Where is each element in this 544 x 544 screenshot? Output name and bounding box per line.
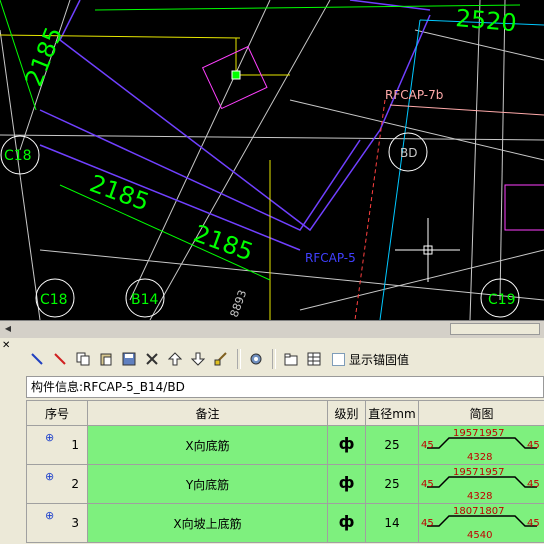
row-number-cell[interactable]: ⊕ 1 xyxy=(26,425,88,465)
note-cell[interactable]: Y向底筋 xyxy=(87,464,328,504)
row-number-cell[interactable]: ⊕ 2 xyxy=(26,464,88,504)
sketch-length-value: 4328 xyxy=(467,491,492,502)
toolbar-separator xyxy=(237,349,241,369)
sketch-cell[interactable]: 45 45 1957 1957 4328 xyxy=(418,464,544,504)
rebar-row-icon: ⊕ xyxy=(45,509,55,522)
sketch-top-value-2: 1957 xyxy=(479,467,504,478)
member-label: 8893 xyxy=(228,288,250,319)
diameter-cell[interactable]: 14 xyxy=(365,503,419,543)
diameter-cell[interactable]: 25 xyxy=(365,464,419,504)
paste-icon[interactable] xyxy=(95,348,117,370)
move-up-icon[interactable] xyxy=(164,348,186,370)
sketch-right-value: 45 xyxy=(527,518,540,529)
rebar-sketch: 45 45 1807 1807 4540 xyxy=(421,506,540,541)
table-header-row: 序号 备注 级别 直径mm 简图 xyxy=(26,400,544,426)
note-cell[interactable]: X向底筋 xyxy=(87,425,328,465)
row-number-cell[interactable]: ⊕ 3 xyxy=(26,503,88,543)
save-icon[interactable] xyxy=(118,348,140,370)
member-info: 构件信息:RFCAP-5_B14/BD xyxy=(26,376,544,398)
rebar-panel: ✕ 显示锚固值 构件信息:RFCAP-5_B14/BD 序号 备注 级别 直径m… xyxy=(0,338,544,544)
column-header[interactable]: 直径mm xyxy=(365,400,419,426)
column-header[interactable]: 简图 xyxy=(418,400,544,426)
checkbox[interactable] xyxy=(332,352,345,366)
horizontal-scrollbar[interactable]: ◀ xyxy=(0,320,544,338)
draw-red-line-icon[interactable] xyxy=(49,348,71,370)
rebar-sketch: 45 45 1957 1957 4328 xyxy=(421,428,540,463)
folder-icon[interactable] xyxy=(280,348,302,370)
column-label: C18 xyxy=(40,292,68,308)
row-number: 3 xyxy=(71,516,79,530)
column-label: C18 xyxy=(4,148,32,164)
table-row[interactable]: ⊕ 2 Y向底筋 ф 25 45 45 1957 1957 4328 xyxy=(26,464,544,504)
rebar-row-icon: ⊕ xyxy=(45,470,55,483)
rebar-row-icon: ⊕ xyxy=(45,431,55,444)
column-label: BD xyxy=(400,146,417,160)
gear-icon[interactable] xyxy=(245,348,267,370)
sketch-cell[interactable]: 45 45 1807 1807 4540 xyxy=(418,503,544,543)
table-row[interactable]: ⊕ 1 X向底筋 ф 25 45 45 1957 1957 4328 xyxy=(26,425,544,465)
grade-symbol: ф xyxy=(338,511,355,531)
grade-symbol: ф xyxy=(338,433,355,453)
toolbar-separator xyxy=(272,349,276,369)
delete-icon[interactable] xyxy=(141,348,163,370)
dim-label: 2520 xyxy=(454,4,517,37)
sketch-top-value-2: 1807 xyxy=(479,506,504,517)
sketch-right-value: 45 xyxy=(527,479,540,490)
row-number: 2 xyxy=(71,477,79,491)
sketch-length-value: 4328 xyxy=(467,452,492,463)
grade-cell[interactable]: ф xyxy=(327,425,366,465)
grade-cell[interactable]: ф xyxy=(327,464,366,504)
scroll-left-icon[interactable]: ◀ xyxy=(2,323,14,335)
sketch-length-value: 4540 xyxy=(467,530,492,541)
grade-symbol: ф xyxy=(338,472,355,492)
sketch-top-value: 1957 xyxy=(453,467,478,478)
diameter-cell[interactable]: 25 xyxy=(365,425,419,465)
rebar-table: 序号 备注 级别 直径mm 简图 ⊕ 1 X向底筋 ф 25 45 45 1957… xyxy=(26,400,544,543)
show-anchor-label: 显示锚固值 xyxy=(349,352,410,367)
dim-label: 2185 xyxy=(20,23,69,90)
copy-icon[interactable] xyxy=(72,348,94,370)
move-down-icon[interactable] xyxy=(187,348,209,370)
show-anchor-checkbox[interactable]: 显示锚固值 xyxy=(332,351,409,368)
sketch-left-value: 45 xyxy=(421,479,434,490)
rebar-sketch: 45 45 1957 1957 4328 xyxy=(421,467,540,502)
brush-icon[interactable] xyxy=(210,348,232,370)
row-number: 1 xyxy=(71,438,79,452)
column-label: B14 xyxy=(131,292,159,308)
grade-cell[interactable]: ф xyxy=(327,503,366,543)
column-header[interactable]: 备注 xyxy=(87,400,328,426)
table-row[interactable]: ⊕ 3 X向坡上底筋 ф 14 45 45 1807 1807 4540 xyxy=(26,503,544,543)
sketch-left-value: 45 xyxy=(421,440,434,451)
panel-toolbar: 显示锚固值 xyxy=(26,346,409,372)
member-label: RFCAP-7b xyxy=(385,88,443,102)
table-icon[interactable] xyxy=(303,348,325,370)
sketch-right-value: 45 xyxy=(527,440,540,451)
sketch-top-value: 1807 xyxy=(453,506,478,517)
sketch-top-value: 1957 xyxy=(453,428,478,439)
column-header[interactable]: 序号 xyxy=(26,400,88,426)
member-label: RFCAP-5 xyxy=(305,251,356,265)
sketch-top-value-2: 1957 xyxy=(479,428,504,439)
cad-canvas[interactable]: 2520 2185 2185 2185 C18 BD C18 B14 C19 R… xyxy=(0,0,544,320)
draw-line-icon[interactable] xyxy=(26,348,48,370)
column-header[interactable]: 级别 xyxy=(327,400,366,426)
close-icon[interactable]: ✕ xyxy=(2,340,14,352)
scroll-thumb[interactable] xyxy=(450,323,540,335)
sketch-left-value: 45 xyxy=(421,518,434,529)
sketch-cell[interactable]: 45 45 1957 1957 4328 xyxy=(418,425,544,465)
note-cell[interactable]: X向坡上底筋 xyxy=(87,503,328,543)
column-label: C19 xyxy=(488,292,516,308)
